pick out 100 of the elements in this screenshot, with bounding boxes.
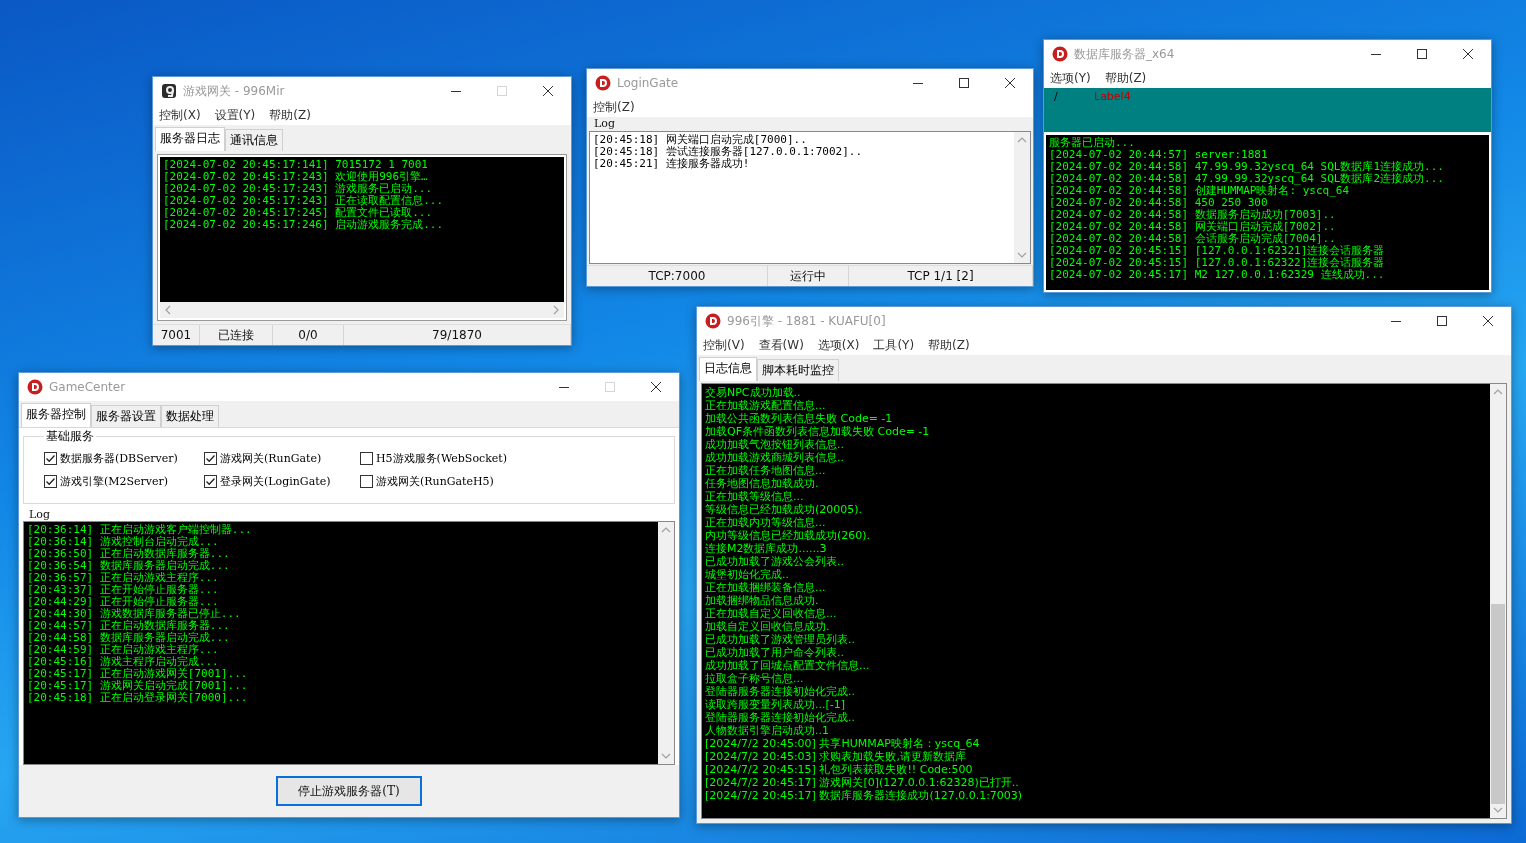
- status-cell: 已连接: [200, 325, 273, 345]
- menu-item[interactable]: 查看(W): [758, 336, 804, 354]
- tab[interactable]: 服务器日志: [155, 127, 225, 151]
- close-icon[interactable]: [651, 382, 661, 392]
- log-line: [2024/7/2 20:45:17] 游戏网关[0](127.0.0.1:62328)已打开..: [705, 776, 1020, 789]
- menu-item[interactable]: 控制(V): [703, 336, 745, 354]
- log-line: [20:45:21] 连接服务器成功!: [593, 158, 750, 170]
- menu-item[interactable]: 选项(X): [817, 336, 860, 354]
- log-line: [2024-07-02 20:45:17:243] 正在读取配置信息...: [163, 195, 445, 207]
- maximize-icon[interactable]: [1437, 316, 1447, 326]
- checkbox-label: H5游戏服务(WebSocket): [376, 451, 508, 466]
- menu-item[interactable]: 设置(Y): [214, 106, 256, 124]
- tab[interactable]: 服务器控制: [21, 403, 91, 427]
- log-line: [2024-07-02 20:45:17:245] 配置文件已读取...: [163, 207, 434, 219]
- menu-item[interactable]: 控制(Z): [593, 98, 635, 116]
- log-line: [2024-07-02 20:44:58] 450 250 300: [1049, 197, 1269, 209]
- tab[interactable]: 数据处理: [161, 405, 219, 427]
- menu-item[interactable]: 帮助(Z): [269, 106, 311, 124]
- log-label: Log: [593, 117, 616, 130]
- tab[interactable]: 日志信息: [699, 357, 757, 381]
- app-icon: [1052, 46, 1068, 62]
- group-title: 基础服务: [45, 428, 95, 445]
- log-line: 成功加载了回城点配置文件信息...: [705, 659, 871, 672]
- window-title: 数据库服务器_x64: [1074, 45, 1176, 63]
- menu-item[interactable]: 控制(X): [159, 106, 201, 124]
- stop-server-button[interactable]: 停止游戏服务器(T): [276, 776, 422, 806]
- panel-label: /: [1054, 90, 1059, 103]
- tab[interactable]: 通讯信息: [225, 129, 283, 151]
- checkbox[interactable]: [360, 452, 373, 465]
- app-icon: [27, 379, 43, 395]
- close-icon[interactable]: [1463, 49, 1473, 59]
- checkbox[interactable]: [204, 475, 217, 488]
- log-line: 正在加载内功等级信息...: [705, 516, 827, 529]
- status-cell: 运行中: [768, 266, 849, 286]
- log-line: [2024-07-02 20:45:15] [127.0.0.1:62321]连接会话服务器: [1049, 245, 1386, 257]
- app-icon: [161, 83, 177, 99]
- menu-item[interactable]: 选项(Y): [1050, 69, 1091, 87]
- log-line: [2024-07-02 20:45:15] [127.0.0.1:62322]连接会话服务器: [1049, 257, 1386, 269]
- log-line: [20:36:14] 正在启动游戏客户端控制器...: [27, 524, 253, 536]
- log-line: [20:36:54] 数据库服务器启动完成...: [27, 560, 231, 572]
- checkbox-label: 登录网关(LoginGate): [220, 474, 331, 489]
- close-icon[interactable]: [1483, 316, 1493, 326]
- log-line: 正在加载等级信息...: [705, 490, 805, 503]
- log-line: [20:36:14] 游戏控制台启动完成...: [27, 536, 219, 548]
- log-line: [20:44:57] 正在启动数据库服务器...: [27, 620, 231, 632]
- log-line: 正在加载任务地图信息...: [705, 464, 827, 477]
- log-line: 加载自定义回收信息成功.: [705, 620, 831, 633]
- log-line: [2024-07-02 20:45:17:243] 游戏服务已启动...: [163, 183, 434, 195]
- log-line: [2024/7/2 20:45:17] 数据库服务器连接成功(127.0.0.1:7003): [705, 789, 1024, 802]
- close-icon[interactable]: [1005, 78, 1015, 88]
- log-line: 登陆器服务器连接初始化完成..: [705, 711, 856, 724]
- status-cell: 79/1870: [344, 325, 571, 345]
- checkbox[interactable]: [44, 475, 57, 488]
- app-icon: [595, 75, 611, 91]
- menu-item[interactable]: 帮助(Z): [1104, 69, 1147, 87]
- log-line: [20:44:30] 游戏数据库服务器已停止...: [27, 608, 242, 620]
- status-cell: 0/0: [273, 325, 344, 345]
- app-icon: [705, 313, 721, 329]
- checkbox[interactable]: [360, 475, 373, 488]
- checkbox[interactable]: [44, 452, 57, 465]
- panel-label: Label4: [1094, 90, 1131, 103]
- log-line: [2024-07-02 20:45:17] M2 127.0.0.1:62329 连线成功...: [1049, 269, 1386, 281]
- log-line: [2024-07-02 20:44:58] 数据服务启动成功[7003]..: [1049, 209, 1337, 221]
- log-line: 正在加载自定义回收信息...: [705, 607, 838, 620]
- maximize-icon[interactable]: [1417, 49, 1427, 59]
- log-line: 内功等级信息已经加载成功(260).: [705, 529, 872, 542]
- log-line: 成功加载气泡按钮列表信息..: [705, 438, 845, 451]
- log-line: 加载公共函数列表信息失败 Code= -1: [705, 412, 894, 425]
- log-line: 城堡初始化完成..: [705, 568, 790, 581]
- log-line: 已成功加载了用户命令列表..: [705, 646, 845, 659]
- log-line: [2024/7/2 20:45:15] 礼包列表获取失败!! Code:500: [705, 763, 974, 776]
- log-line: [2024-07-02 20:44:58] 会话服务启动完成[7004]..: [1049, 233, 1337, 245]
- log-line: [2024-07-02 20:45:17:246] 启动游戏服务完成...: [163, 219, 445, 231]
- menu-item[interactable]: 帮助(Z): [928, 336, 970, 354]
- scrollbar-thumb[interactable]: [1491, 604, 1505, 804]
- maximize-icon[interactable]: [959, 78, 969, 88]
- window-title: 游戏网关 - 996Mir: [183, 82, 286, 100]
- log-line: [20:44:58] 数据库服务器启动完成...: [27, 632, 231, 644]
- log-line: [2024-07-02 20:44:58] 47.99.99.32yscq_64 SQL数据库2连接成功...: [1049, 173, 1445, 185]
- log-line: [2024-07-02 20:44:57] server:1881: [1049, 149, 1269, 161]
- close-icon[interactable]: [543, 86, 553, 96]
- checkbox[interactable]: [204, 452, 217, 465]
- window-title: 996引擎 - 1881 - KUAFU[0]: [727, 312, 887, 330]
- menu-item[interactable]: 工具(Y): [873, 336, 915, 354]
- log-line: [20:36:57] 正在启动游戏主程序...: [27, 572, 220, 584]
- checkbox-label: 数据服务器(DBServer): [60, 451, 178, 466]
- log-line: 已成功加载了游戏管理员列表..: [705, 633, 856, 646]
- log-line: [20:45:18] 网关端口启动完成[7000]..: [593, 134, 808, 146]
- log-line: 等级信息已经加载成功(20005).: [705, 503, 864, 516]
- log-line: [2024-07-02 20:45:17:141] 7015172 1 7001: [163, 159, 429, 171]
- status-cell: TCP 1/1 [2]: [849, 266, 1033, 286]
- log-line: 加载捆绑物品信息成功.: [705, 594, 820, 607]
- tab[interactable]: 服务器设置: [91, 405, 161, 427]
- log-line: [20:45:16] 游戏主程序启动完成...: [27, 656, 220, 668]
- log-line: 人物数据引擎启动成功..1: [705, 724, 830, 737]
- window-title: LoginGate: [617, 76, 680, 90]
- status-cell: TCP:7000: [587, 266, 768, 286]
- log-line: 读取跨服变量列表成功...[-1]: [705, 698, 847, 711]
- tab[interactable]: 脚本耗时监控: [757, 359, 839, 381]
- checkbox-label: 游戏网关(RunGate): [220, 451, 322, 466]
